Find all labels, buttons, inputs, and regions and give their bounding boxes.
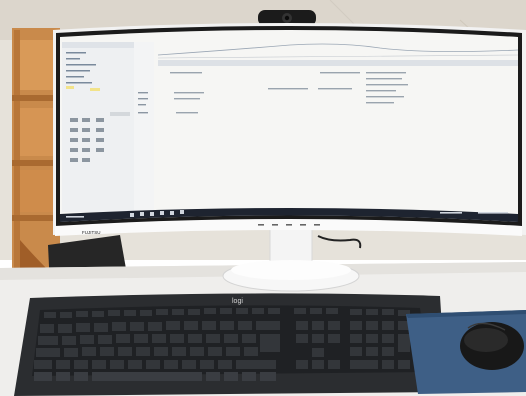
keyboard: logi bbox=[14, 293, 446, 396]
mouse bbox=[460, 322, 524, 370]
photo-illustration: FUJITSU logi bbox=[0, 0, 526, 396]
monitor-brand: FUJITSU bbox=[82, 230, 101, 235]
keyboard-brand: logi bbox=[232, 298, 243, 305]
photo-scene: FUJITSU logi bbox=[0, 0, 526, 396]
